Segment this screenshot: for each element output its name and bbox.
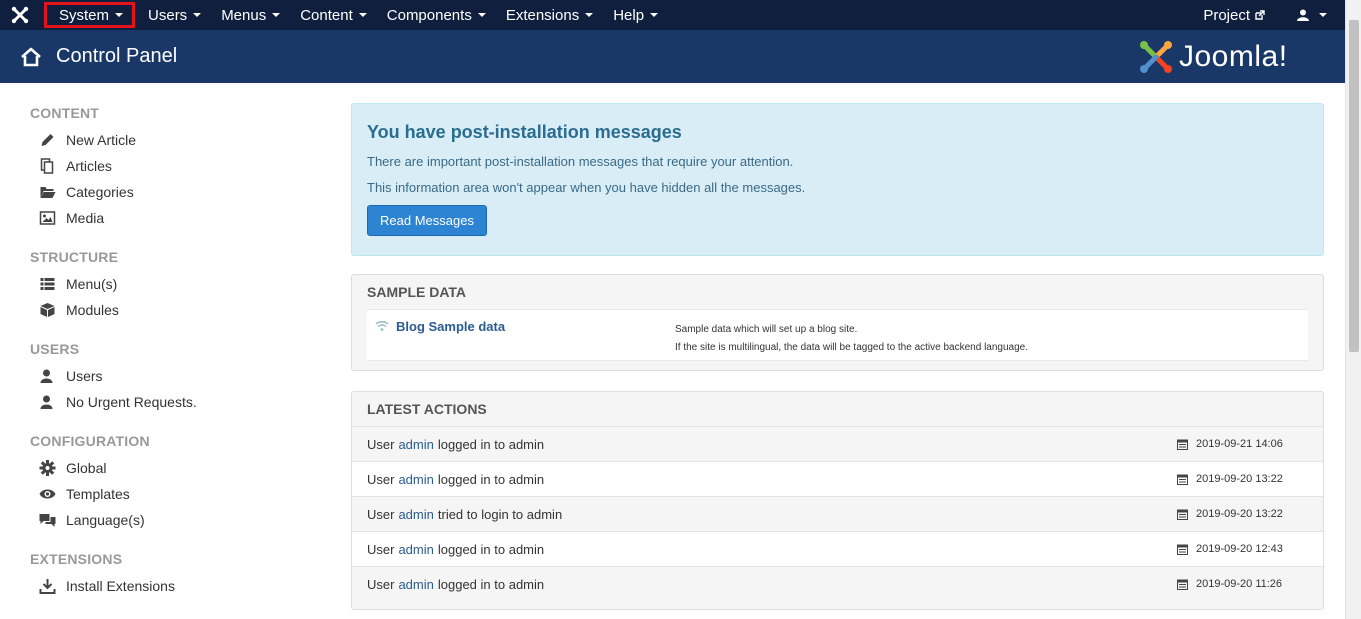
brand-name: Joomla! bbox=[1179, 40, 1288, 73]
sidebar-item-privacy-requests[interactable]: No Urgent Requests. bbox=[30, 389, 320, 415]
menu-users[interactable]: Users bbox=[138, 0, 211, 30]
pencil-icon bbox=[41, 134, 54, 146]
eye-icon bbox=[39, 489, 56, 499]
sidebar-item-menus[interactable]: Menu(s) bbox=[30, 271, 320, 297]
list-icon bbox=[40, 278, 55, 290]
sidebar-heading-content: CONTENT bbox=[30, 105, 100, 121]
sidebar-item-categories[interactable]: Categories bbox=[30, 179, 320, 205]
calendar-icon bbox=[1177, 509, 1188, 520]
action-date: 2019-09-21 14:06 bbox=[1177, 438, 1283, 450]
sidebar-item-templates[interactable]: Templates bbox=[30, 481, 320, 507]
menu-content[interactable]: Content bbox=[290, 0, 377, 30]
sidebar-item-global[interactable]: Global bbox=[30, 455, 320, 481]
joomla-brand: Joomla! bbox=[1137, 38, 1288, 76]
sidebar: CONTENT New Article Articles Categories … bbox=[30, 100, 320, 599]
read-messages-button[interactable]: Read Messages bbox=[367, 205, 487, 236]
table-row: User admin logged in to admin 2019-09-20… bbox=[352, 566, 1323, 601]
alert-title: You have post-installation messages bbox=[367, 122, 682, 142]
sidebar-item-new-article[interactable]: New Article bbox=[30, 127, 320, 153]
chevron-down-icon bbox=[650, 13, 659, 17]
sidebar-item-languages[interactable]: Language(s) bbox=[30, 507, 320, 533]
chevron-down-icon bbox=[1319, 13, 1327, 17]
home-icon bbox=[21, 47, 41, 66]
top-navbar: System Users Menus Content Components Ex… bbox=[0, 0, 1361, 30]
page-title: Control Panel bbox=[56, 45, 178, 67]
gear-icon bbox=[39, 460, 56, 476]
download-icon bbox=[39, 579, 56, 594]
navbar-right: Project bbox=[1193, 0, 1361, 30]
table-row: User admin logged in to admin 2019-09-20… bbox=[352, 461, 1323, 496]
page-header: Control Panel Joomla! bbox=[0, 30, 1361, 83]
latest-actions-panel: LATEST ACTIONS User admin logged in to a… bbox=[351, 391, 1324, 610]
main-content: You have post-installation messages Ther… bbox=[351, 103, 1324, 610]
menu-extensions[interactable]: Extensions bbox=[496, 0, 603, 30]
calendar-icon bbox=[1177, 579, 1188, 590]
copy-icon bbox=[40, 158, 54, 174]
menu-menus[interactable]: Menus bbox=[211, 0, 290, 30]
page-scrollbar[interactable] bbox=[1345, 0, 1361, 619]
action-date: 2019-09-20 13:22 bbox=[1177, 508, 1283, 520]
user-link[interactable]: admin bbox=[398, 542, 433, 557]
chevron-down-icon bbox=[272, 13, 281, 17]
table-row: User admin logged in to admin 2019-09-21… bbox=[352, 426, 1323, 461]
wifi-icon bbox=[375, 321, 389, 331]
user-icon bbox=[40, 395, 53, 409]
chevron-down-icon bbox=[358, 13, 367, 17]
action-date: 2019-09-20 12:43 bbox=[1177, 543, 1283, 555]
chevron-down-icon bbox=[477, 13, 486, 17]
user-link[interactable]: admin bbox=[398, 507, 433, 522]
sidebar-heading-users: USERS bbox=[30, 341, 80, 357]
user-link[interactable]: admin bbox=[398, 577, 433, 592]
sample-data-row: Blog Sample data Sample data which will … bbox=[367, 309, 1308, 361]
user-icon bbox=[1297, 9, 1309, 21]
alert-text-2: This information area won't appear when … bbox=[367, 180, 806, 195]
joomla-logo-icon bbox=[1140, 41, 1172, 73]
menu-components[interactable]: Components bbox=[377, 0, 496, 30]
sample-data-description: Sample data which will set up a blog sit… bbox=[675, 324, 1029, 353]
blog-sample-data-link[interactable]: Blog Sample data bbox=[396, 319, 505, 334]
folder-open-icon bbox=[40, 187, 56, 198]
menu-help[interactable]: Help bbox=[603, 0, 668, 30]
alert-text-1: There are important post-installation me… bbox=[367, 154, 794, 169]
scrollbar-thumb[interactable] bbox=[1349, 20, 1359, 352]
project-link[interactable]: Project bbox=[1193, 0, 1287, 30]
sidebar-item-install-extensions[interactable]: Install Extensions bbox=[30, 573, 320, 599]
sidebar-item-users[interactable]: Users bbox=[30, 363, 320, 389]
sidebar-item-articles[interactable]: Articles bbox=[30, 153, 320, 179]
sidebar-heading-structure: STRUCTURE bbox=[30, 249, 119, 265]
calendar-icon bbox=[1177, 439, 1188, 450]
chevron-down-icon bbox=[585, 13, 594, 17]
post-installation-alert: You have post-installation messages Ther… bbox=[351, 103, 1324, 256]
external-link-icon bbox=[1255, 10, 1265, 20]
latest-actions-title: LATEST ACTIONS bbox=[367, 401, 487, 417]
chevron-down-icon bbox=[193, 13, 202, 17]
sample-data-title: SAMPLE DATA bbox=[367, 284, 467, 300]
comments-icon bbox=[39, 514, 56, 527]
user-icon bbox=[40, 369, 53, 383]
sample-data-panel: SAMPLE DATA Blog Sample data Sample data… bbox=[351, 274, 1324, 371]
joomla-logo-icon[interactable] bbox=[0, 0, 40, 30]
menu-system[interactable]: System bbox=[44, 2, 136, 28]
image-icon bbox=[39, 211, 56, 225]
table-row: User admin logged in to admin 2019-09-20… bbox=[352, 531, 1323, 566]
calendar-icon bbox=[1177, 544, 1188, 555]
user-link[interactable]: admin bbox=[398, 472, 433, 487]
sidebar-heading-extensions: EXTENSIONS bbox=[30, 551, 123, 567]
chevron-down-icon bbox=[115, 13, 124, 17]
calendar-icon bbox=[1177, 474, 1188, 485]
cube-icon bbox=[40, 303, 55, 317]
sidebar-item-modules[interactable]: Modules bbox=[30, 297, 320, 323]
table-row: User admin tried to login to admin 2019-… bbox=[352, 496, 1323, 531]
sidebar-heading-configuration: CONFIGURATION bbox=[30, 433, 150, 449]
user-link[interactable]: admin bbox=[398, 437, 433, 452]
action-date: 2019-09-20 11:26 bbox=[1177, 578, 1282, 590]
action-date: 2019-09-20 13:22 bbox=[1177, 473, 1283, 485]
sidebar-item-media[interactable]: Media bbox=[30, 205, 320, 231]
